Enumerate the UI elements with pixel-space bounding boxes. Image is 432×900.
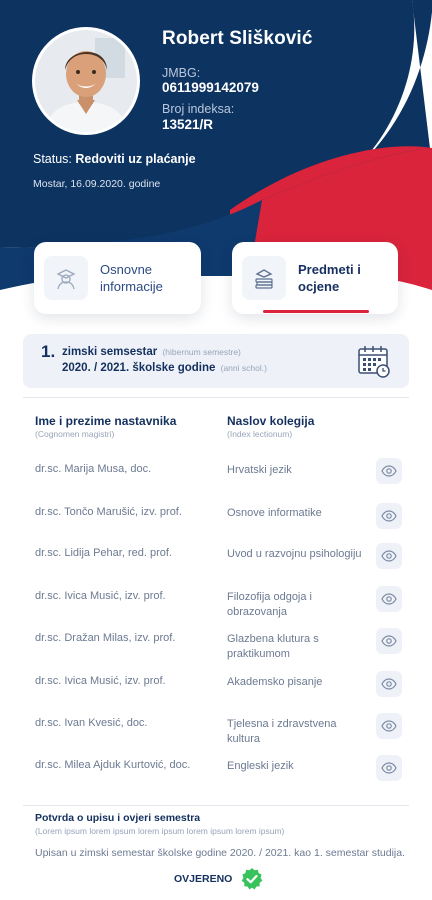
profile-photo: [35, 30, 137, 132]
course-name: Osnove informatike: [227, 507, 322, 519]
divider: [23, 805, 409, 806]
calendar-icon[interactable]: [356, 343, 392, 384]
view-eye-icon[interactable]: [376, 671, 402, 697]
tab-subjects-grades-label: Predmeti i ocjene: [298, 262, 361, 294]
tab-subjects-grades[interactable]: Predmeti i ocjene: [232, 242, 398, 314]
col-course-header: Naslov kolegija: [227, 414, 315, 428]
teacher-name: dr.sc. Tončo Marušić, izv. prof.: [35, 506, 182, 518]
course-name: Hrvatski jezik: [227, 464, 292, 476]
col-teacher-latin: (Cognomen magistri): [35, 429, 115, 439]
view-eye-icon[interactable]: [376, 458, 402, 484]
books-icon: [242, 256, 286, 300]
teacher-name: dr.sc. Ivan Kvesić, doc.: [35, 717, 148, 729]
semester-card: 1. zimski semsestar (hibernum semestre) …: [23, 334, 409, 388]
teacher-name: dr.sc. Dražan Milas, izv. prof.: [35, 632, 176, 644]
index-value: 13521/R: [162, 117, 214, 132]
confirmation-subtitle: (Lorem ipsum lorem ipsum lorem ipsum lor…: [35, 826, 285, 836]
divider: [23, 397, 409, 398]
course-name: Engleski jezik: [227, 760, 294, 772]
teacher-name: dr.sc. Ivica Musić, izv. prof.: [35, 590, 166, 602]
check-badge-icon: [242, 868, 263, 890]
avatar: [32, 27, 140, 135]
tab-basic-info-label: Osnovne informacije: [100, 262, 163, 294]
view-eye-icon[interactable]: [376, 713, 402, 739]
semester-title: zimski semsestar: [62, 346, 158, 358]
view-eye-icon[interactable]: [376, 586, 402, 612]
course-name: Uvod u razvojnu psihologiju: [227, 548, 362, 560]
view-eye-icon[interactable]: [376, 503, 402, 529]
semester-title-line: zimski semsestar (hibernum semestre): [62, 346, 241, 358]
jmbg-label: JMBG:: [162, 66, 201, 80]
view-eye-icon[interactable]: [376, 543, 402, 569]
verified-label: OVJERENO: [174, 873, 233, 885]
jmbg-value: 0611999142079: [162, 80, 259, 95]
teacher-name: dr.sc. Ivica Musić, izv. prof.: [35, 675, 166, 687]
semester-number: 1.: [41, 342, 56, 361]
semester-year: 2020. / 2021. školske godine: [62, 362, 216, 374]
col-course-latin: (Index lectionum): [227, 429, 293, 439]
teacher-name: dr.sc. Marija Musa, doc.: [35, 463, 152, 475]
teacher-name: dr.sc. Milea Ajduk Kurtović, doc.: [35, 759, 191, 771]
status-label: Status:: [33, 152, 72, 166]
student-name: Robert Slišković: [162, 28, 313, 49]
student-icon: [44, 256, 88, 300]
status-value: Redoviti uz plaćanje: [75, 152, 196, 166]
teacher-name: dr.sc. Lidija Pehar, red. prof.: [35, 547, 172, 559]
tab-basic-info[interactable]: Osnovne informacije: [34, 242, 201, 314]
place-date: Mostar, 16.09.2020. godine: [33, 178, 161, 190]
semester-year-line: 2020. / 2021. školske godine (anni schol…: [62, 362, 267, 374]
index-label: Broj indeksa:: [162, 102, 235, 116]
view-eye-icon[interactable]: [376, 628, 402, 654]
view-eye-icon[interactable]: [376, 755, 402, 781]
course-name: Akademsko pisanje: [227, 676, 323, 688]
col-teacher-header: Ime i prezime nastavnika: [35, 414, 177, 428]
verified-status: OVJERENO: [174, 867, 264, 891]
course-name: Filozofija odgoja i obrazovanja: [227, 591, 312, 618]
semester-title-latin: (hibernum semestre): [162, 347, 241, 357]
active-tab-indicator: [263, 310, 369, 313]
status-line: Status: Redoviti uz plaćanje: [33, 152, 196, 166]
semester-year-latin: (anni schol.): [220, 363, 267, 373]
course-name: Tjelesna i zdravstvena kultura: [227, 718, 337, 745]
confirmation-title: Potvrda o upisu i ovjeri semestra: [35, 812, 201, 824]
confirmation-text: Upisan u zimski semestar školske godine …: [35, 847, 406, 859]
course-name: Glazbena klutura s praktikumom: [227, 633, 319, 660]
